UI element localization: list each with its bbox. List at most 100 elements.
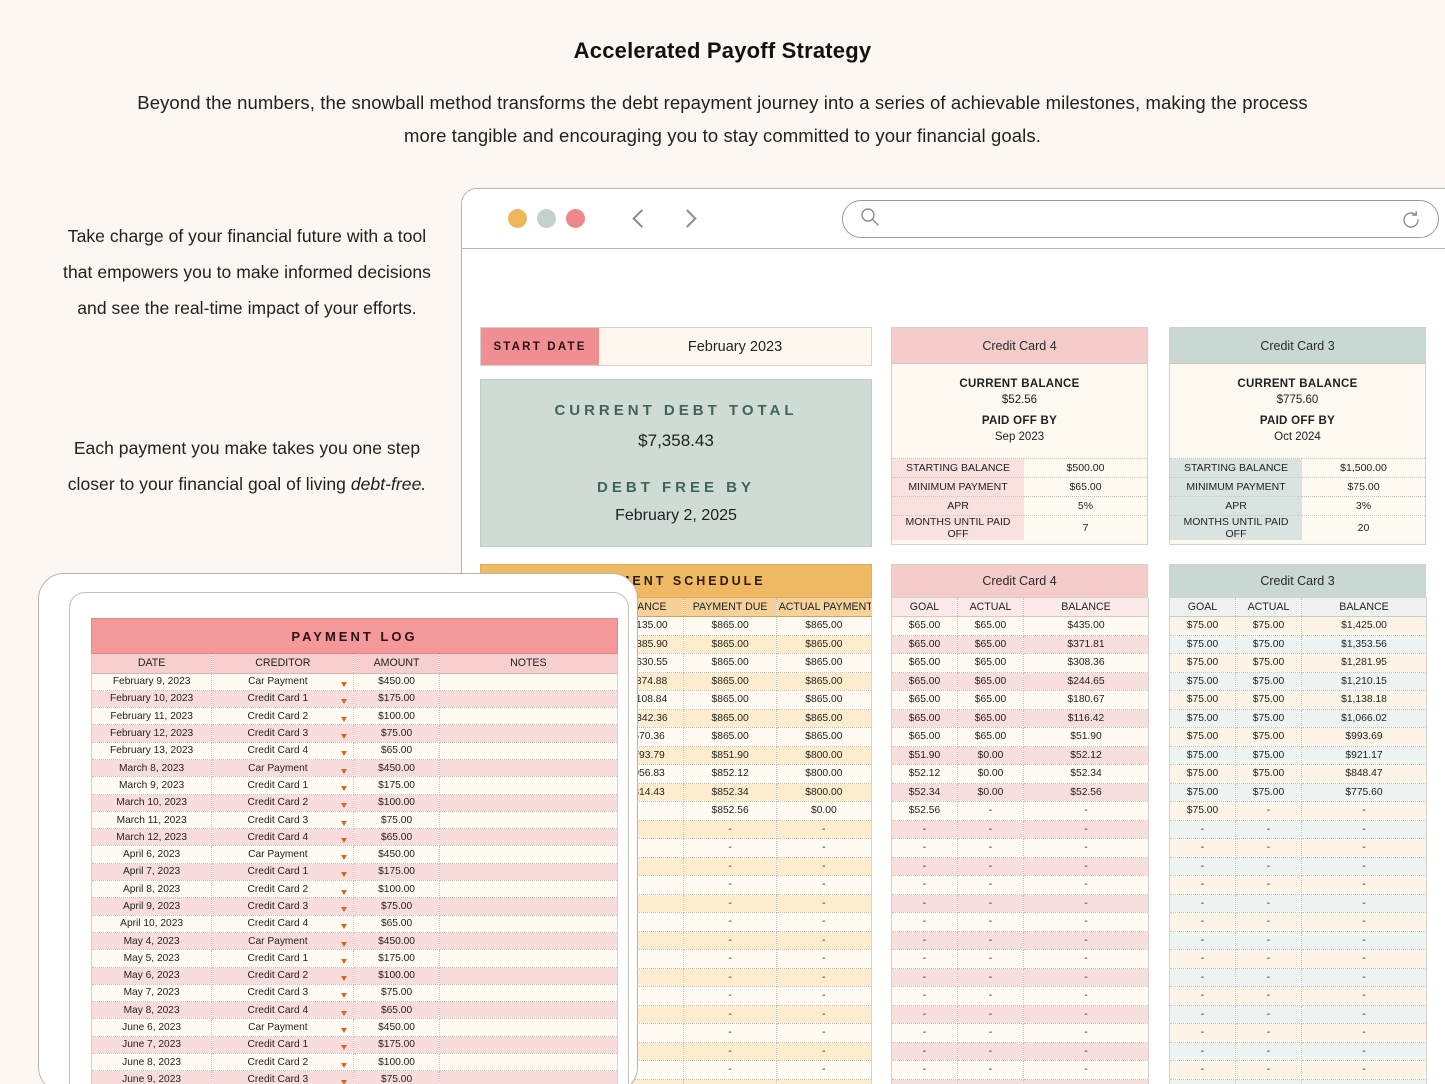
table-cell[interactable]: - [1024, 968, 1149, 987]
table-cell[interactable]: $52.12 [1024, 746, 1149, 765]
table-cell[interactable]: - [1170, 950, 1236, 969]
table-cell[interactable]: $175.00 [354, 863, 439, 880]
table-cell[interactable]: $65.00 [354, 1002, 439, 1019]
table-cell[interactable]: $175.00 [354, 777, 439, 794]
table-cell[interactable]: - [1170, 987, 1236, 1006]
table-cell[interactable]: - [1236, 1079, 1302, 1084]
table-cell[interactable] [439, 759, 617, 776]
table-cell[interactable]: $65.00 [1024, 478, 1147, 497]
table-cell[interactable]: $65.00 [354, 915, 439, 932]
table-cell[interactable]: $75.00 [354, 984, 439, 1001]
table-cell[interactable]: $450.00 [354, 846, 439, 863]
table-cell[interactable]: $65.00 [958, 691, 1024, 710]
table-cell[interactable]: - [1170, 1061, 1236, 1080]
table-cell[interactable]: - [1170, 913, 1236, 932]
table-cell[interactable]: April 10, 2023 [92, 915, 212, 932]
table-cell[interactable]: - [684, 894, 776, 913]
table-cell[interactable]: $865.00 [776, 617, 871, 636]
table-cell[interactable]: - [1024, 987, 1149, 1006]
table-cell[interactable] [439, 950, 617, 967]
table-cell[interactable]: $75.00 [1170, 783, 1236, 802]
table-cell[interactable]: - [776, 968, 871, 987]
table-cell[interactable]: - [958, 1061, 1024, 1080]
table-cell[interactable]: Credit Card 3 [212, 725, 354, 742]
table-cell[interactable]: $308.36 [1024, 654, 1149, 673]
table-cell[interactable]: $1,425.00 [1302, 617, 1427, 636]
table-cell[interactable]: $100.00 [354, 794, 439, 811]
table-cell[interactable] [439, 811, 617, 828]
table-cell[interactable]: - [1302, 1005, 1427, 1024]
table-cell[interactable]: $75.00 [1236, 728, 1302, 747]
table-cell[interactable]: - [958, 1005, 1024, 1024]
table-cell[interactable]: - [684, 1005, 776, 1024]
table-cell[interactable]: $0.00 [958, 765, 1024, 784]
table-cell[interactable]: $75.00 [1236, 617, 1302, 636]
table-cell[interactable]: 20 [1302, 516, 1425, 541]
table-cell[interactable]: - [1302, 913, 1427, 932]
table-cell[interactable]: $865.00 [684, 617, 776, 636]
table-cell[interactable]: - [1236, 839, 1302, 858]
table-cell[interactable]: $800.00 [776, 783, 871, 802]
table-cell[interactable]: - [892, 987, 958, 1006]
table-cell[interactable]: - [776, 913, 871, 932]
table-cell[interactable]: - [1170, 894, 1236, 913]
table-cell[interactable]: Car Payment [212, 932, 354, 949]
table-cell[interactable]: February 12, 2023 [92, 725, 212, 742]
table-cell[interactable]: March 9, 2023 [92, 777, 212, 794]
table-cell[interactable]: $800.00 [776, 765, 871, 784]
table-cell[interactable]: - [776, 950, 871, 969]
table-cell[interactable]: - [1302, 931, 1427, 950]
table-cell[interactable]: - [684, 987, 776, 1006]
table-cell[interactable]: February 11, 2023 [92, 708, 212, 725]
table-cell[interactable]: $65.00 [892, 709, 958, 728]
table-cell[interactable]: $371.81 [1024, 635, 1149, 654]
table-cell[interactable] [439, 1054, 617, 1071]
table-cell[interactable]: - [1302, 950, 1427, 969]
chevron-down-icon[interactable] [341, 907, 347, 912]
table-cell[interactable]: - [892, 820, 958, 839]
table-cell[interactable]: $75.00 [1170, 691, 1236, 710]
table-cell[interactable]: - [1024, 839, 1149, 858]
table-cell[interactable]: $865.00 [776, 728, 871, 747]
table-cell[interactable]: April 6, 2023 [92, 846, 212, 863]
table-cell[interactable]: $52.34 [1024, 765, 1149, 784]
table-cell[interactable] [439, 881, 617, 898]
table-cell[interactable] [439, 984, 617, 1001]
table-cell[interactable]: MONTHS UNTIL PAID OFF [892, 516, 1024, 541]
table-cell[interactable]: $435.00 [1024, 617, 1149, 636]
table-cell[interactable]: $865.00 [684, 635, 776, 654]
table-cell[interactable]: $75.00 [354, 725, 439, 742]
table-cell[interactable] [439, 967, 617, 984]
table-cell[interactable]: Credit Card 3 [212, 811, 354, 828]
table-cell[interactable]: Credit Card 1 [212, 950, 354, 967]
table-cell[interactable]: - [684, 1079, 776, 1084]
table-cell[interactable]: - [776, 894, 871, 913]
table-cell[interactable]: $100.00 [354, 1054, 439, 1071]
table-cell[interactable]: May 4, 2023 [92, 932, 212, 949]
table-cell[interactable]: $65.00 [958, 728, 1024, 747]
table-cell[interactable]: $865.00 [776, 635, 871, 654]
chevron-down-icon[interactable] [341, 1028, 347, 1033]
table-cell[interactable]: 3% [1302, 497, 1425, 516]
chevron-down-icon[interactable] [341, 1011, 347, 1016]
table-cell[interactable]: $75.00 [1170, 728, 1236, 747]
address-bar[interactable] [842, 200, 1439, 238]
table-cell[interactable]: - [892, 950, 958, 969]
table-cell[interactable]: - [1302, 894, 1427, 913]
chevron-left-icon[interactable] [632, 209, 650, 227]
table-cell[interactable]: Credit Card 4 [212, 829, 354, 846]
table-cell[interactable]: - [776, 1024, 871, 1043]
table-cell[interactable]: February 10, 2023 [92, 690, 212, 707]
table-cell[interactable]: March 12, 2023 [92, 829, 212, 846]
table-cell[interactable] [439, 742, 617, 759]
table-cell[interactable]: Credit Card 4 [212, 915, 354, 932]
table-cell[interactable]: $52.56 [1024, 783, 1149, 802]
table-cell[interactable]: $75.00 [1236, 635, 1302, 654]
table-cell[interactable]: $865.00 [776, 654, 871, 673]
table-cell[interactable]: Car Payment [212, 846, 354, 863]
table-cell[interactable] [439, 794, 617, 811]
table-cell[interactable]: - [1236, 876, 1302, 895]
table-cell[interactable]: May 8, 2023 [92, 1002, 212, 1019]
table-cell[interactable]: $116.42 [1024, 709, 1149, 728]
table-cell[interactable]: - [958, 839, 1024, 858]
